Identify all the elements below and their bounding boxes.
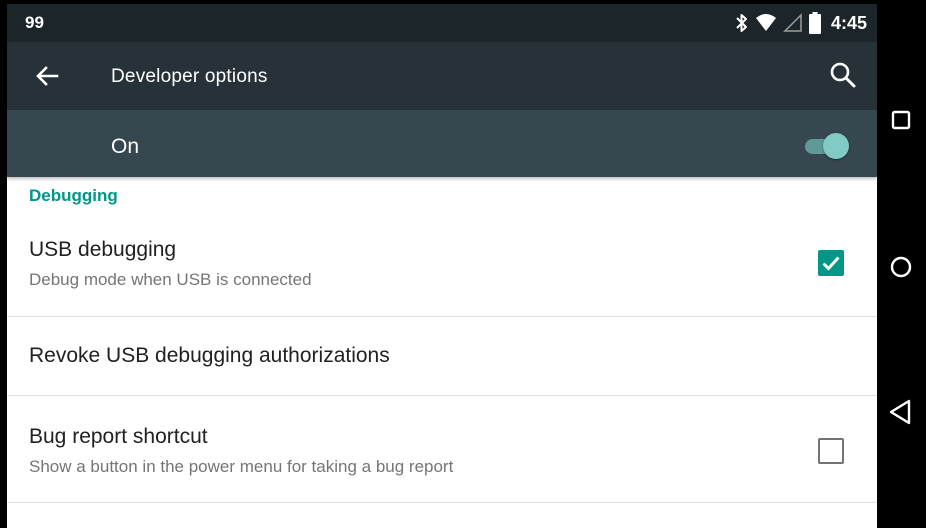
pref-title: USB debugging — [29, 238, 177, 261]
bug-report-checkbox[interactable] — [818, 438, 844, 464]
clock: 4:45 — [830, 12, 867, 33]
screen: 99 4:45 Developer options On Debugging U… — [7, 4, 877, 528]
pref-summary: Show a button in the power menu for taki… — [29, 457, 454, 476]
arrow-back-icon[interactable] — [31, 60, 63, 92]
check-icon — [822, 256, 840, 271]
navigation-bar — [877, 0, 926, 528]
recents-icon[interactable] — [885, 104, 917, 136]
master-switch-label: On — [111, 135, 140, 158]
pref-title: Revoke USB debugging authorizations — [29, 344, 390, 367]
wifi-icon — [755, 13, 777, 33]
back-icon[interactable] — [885, 396, 917, 428]
page-title: Developer options — [111, 66, 268, 87]
toolbar: Developer options — [7, 42, 877, 110]
notification-count: 99 — [25, 13, 44, 32]
master-switch-toggle[interactable] — [803, 133, 849, 159]
pref-usb-debugging[interactable]: USB debugging Debug mode when USB is con… — [7, 222, 877, 316]
divider — [7, 502, 877, 503]
usb-debugging-checkbox[interactable] — [818, 250, 844, 276]
status-bar: 99 4:45 — [7, 4, 877, 42]
search-icon[interactable] — [827, 59, 859, 91]
bluetooth-icon — [735, 13, 749, 33]
pref-revoke-usb-authorizations[interactable]: Revoke USB debugging authorizations — [7, 317, 877, 395]
pref-bug-report-shortcut[interactable]: Bug report shortcut Show a button in the… — [7, 396, 877, 502]
status-icons: 4:45 — [735, 11, 867, 35]
toggle-thumb — [823, 133, 849, 159]
home-icon[interactable] — [885, 251, 917, 283]
pref-title: Bug report shortcut — [29, 425, 208, 448]
device-frame: 99 4:45 Developer options On Debugging U… — [0, 0, 926, 528]
section-header-debugging: Debugging — [29, 186, 118, 205]
signal-icon — [783, 13, 803, 33]
battery-icon — [808, 12, 821, 34]
master-switch-bar[interactable]: On — [7, 110, 877, 177]
pref-summary: Debug mode when USB is connected — [29, 270, 312, 289]
